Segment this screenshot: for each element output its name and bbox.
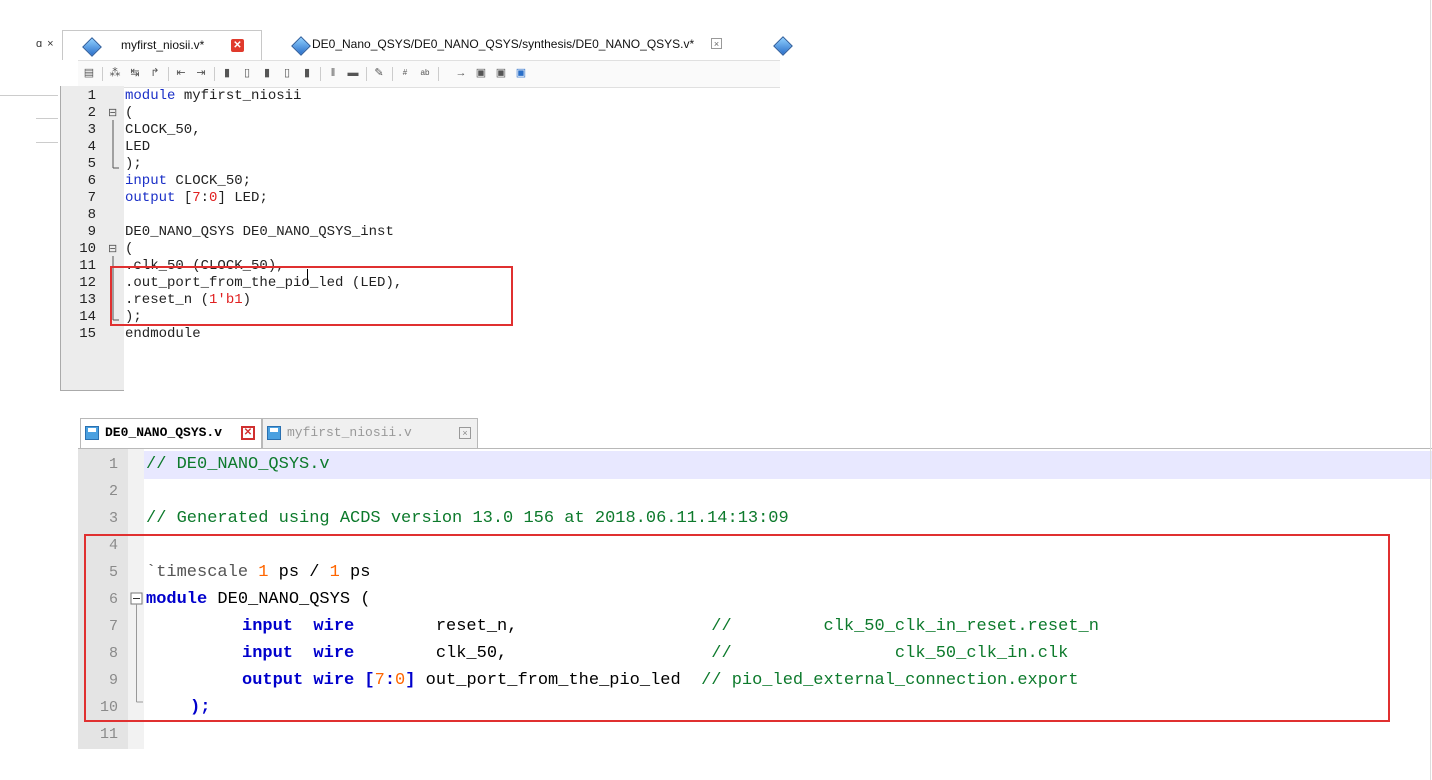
line-number: 5	[87, 156, 96, 172]
verilog-file-icon	[773, 36, 793, 56]
line-number: 2	[108, 483, 118, 500]
panel-icon-c[interactable]: ▣	[514, 66, 528, 80]
line-number: 6	[87, 173, 96, 189]
close-tab-icon[interactable]: ×	[711, 38, 722, 49]
tab-label: DE0_NANO_QSYS.v	[105, 425, 223, 440]
line-number: 11	[79, 258, 96, 274]
line-number: 14	[79, 309, 96, 325]
line-number: 10	[79, 241, 96, 257]
verilog-file-icon	[82, 37, 102, 57]
arrow-icon[interactable]: →	[454, 66, 468, 80]
verilog-file-icon	[291, 36, 311, 56]
abc-icon[interactable]: ab	[418, 66, 432, 80]
tab-label: myfirst_niosii.v*	[121, 38, 205, 52]
tab-label: DE0_Nano_QSYS/DE0_NANO_QSYS/synthesis/DE…	[312, 37, 695, 51]
code-line[interactable]: module myfirst_niosii	[125, 88, 301, 104]
line-number: 15	[79, 326, 96, 342]
highlight-box	[110, 266, 513, 326]
line-number: 7	[87, 190, 96, 206]
bookmark-prev-icon[interactable]: ▮	[260, 66, 274, 80]
line-number: 3	[87, 122, 96, 138]
code-line[interactable]: LED	[125, 139, 150, 155]
current-line-highlight	[144, 451, 1432, 479]
code-line[interactable]: input CLOCK_50;	[125, 173, 251, 189]
line-number: 1	[108, 456, 118, 473]
indent-left-icon[interactable]: ⇤	[174, 66, 188, 80]
close-tab-icon[interactable]: ×	[459, 427, 471, 439]
code-line[interactable]: (	[125, 105, 133, 121]
bookmark-next-icon[interactable]: ▯	[240, 66, 254, 80]
highlight-box	[84, 534, 1390, 722]
tab-de0-nano-qsys[interactable]: DE0_NANO_QSYS.v ✕	[80, 418, 262, 448]
tab-myfirst-niosii[interactable]: myfirst_niosii.v* ✕	[62, 30, 262, 60]
find-icon[interactable]: ⁂	[108, 66, 122, 80]
tab-label: myfirst_niosii.v	[287, 425, 412, 440]
line-number: 1	[87, 88, 96, 104]
floppy-save-icon	[85, 426, 99, 440]
code-line[interactable]: CLOCK_50,	[125, 122, 201, 138]
bookmark-icon[interactable]: ▮	[220, 66, 234, 80]
insert-icon[interactable]: ‖	[326, 66, 340, 80]
bookmark-clear-icon[interactable]: ▯	[280, 66, 294, 80]
goto-line-icon[interactable]: ↱	[148, 66, 162, 80]
floppy-save-icon	[267, 426, 281, 440]
close-tab-icon[interactable]: ✕	[231, 39, 244, 52]
line-number: 12	[79, 275, 96, 291]
panel-float-close-controls[interactable]: ɑ ×	[36, 38, 55, 50]
line-number: 8	[87, 207, 96, 223]
check-icon[interactable]: ✎	[372, 66, 386, 80]
code-line[interactable]: // DE0_NANO_QSYS.v	[146, 455, 330, 474]
line-number: 13	[79, 292, 96, 308]
code-line[interactable]: DE0_NANO_QSYS DE0_NANO_QSYS_inst	[125, 224, 394, 240]
code-line[interactable]: endmodule	[125, 326, 201, 342]
line-number: 2	[87, 105, 96, 121]
sidebar-icon[interactable]: ▤	[82, 66, 96, 80]
editor-toolbar: ▤ ⁂ ↹ ↱ ⇤ ⇥ ▮ ▯ ▮ ▯ ▮ ‖ ▬ ✎ # ab → ▣ ▣ ▣	[78, 60, 780, 88]
line-number: 4	[87, 139, 96, 155]
tab-myfirst-niosii[interactable]: myfirst_niosii.v ×	[262, 418, 478, 448]
line-number-icon[interactable]: #	[398, 66, 412, 80]
indent-right-icon[interactable]: ⇥	[194, 66, 208, 80]
code-line[interactable]: (	[125, 241, 133, 257]
tab-de0-nano-qsys[interactable]: DE0_Nano_QSYS/DE0_NANO_QSYS/synthesis/DE…	[280, 33, 760, 59]
line-number: 9	[87, 224, 96, 240]
code-line[interactable]: );	[125, 156, 142, 172]
window-edge	[1430, 0, 1431, 780]
template-icon[interactable]: ▬	[346, 66, 360, 80]
panel-icon-a[interactable]: ▣	[474, 66, 488, 80]
fold-toggle-icon[interactable]: ⊟	[108, 106, 118, 119]
code-line[interactable]: output [7:0] LED;	[125, 190, 268, 206]
close-tab-icon[interactable]: ✕	[241, 426, 255, 440]
bookmark-all-icon[interactable]: ▮	[300, 66, 314, 80]
line-number: 3	[108, 510, 118, 527]
fold-bracket	[112, 120, 119, 169]
panel-icon-b[interactable]: ▣	[494, 66, 508, 80]
fold-toggle-icon[interactable]: ⊟	[108, 242, 118, 255]
code-line[interactable]: // Generated using ACDS version 13.0 156…	[146, 509, 789, 528]
line-number: 11	[99, 726, 118, 743]
find-replace-icon[interactable]: ↹	[128, 66, 142, 80]
